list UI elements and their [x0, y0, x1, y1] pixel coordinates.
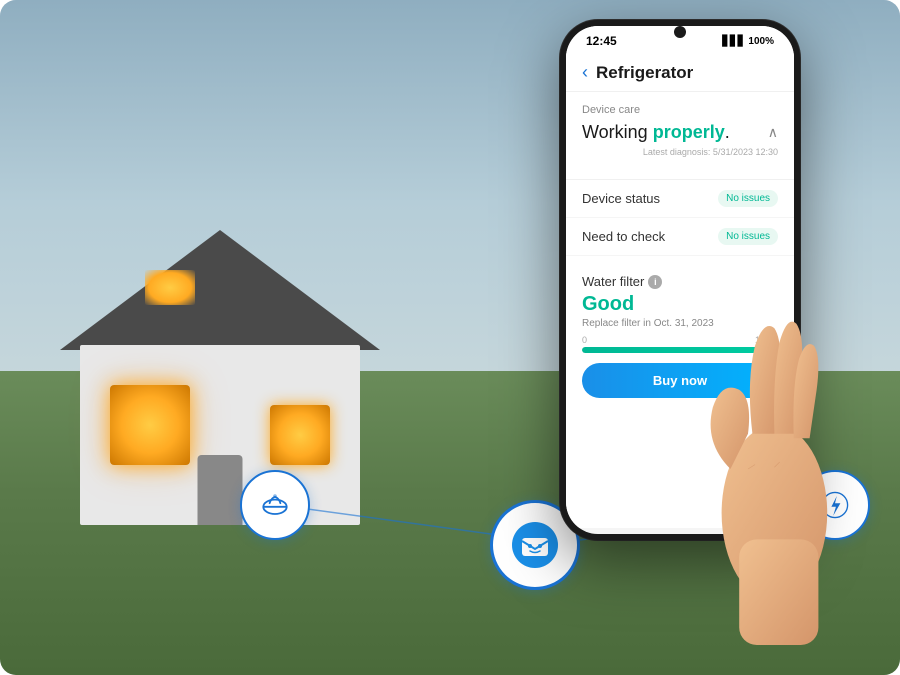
roof-window [145, 270, 195, 305]
house-window-left [110, 385, 190, 465]
page-title: Refrigerator [596, 63, 693, 83]
period: . [725, 122, 730, 142]
house-roof [60, 230, 380, 350]
background-scene: 12:45 ▋▋▋ 100% ‹ Refrigerator Dev [0, 0, 900, 675]
app-header: ‹ Refrigerator [566, 52, 794, 92]
house-door [198, 455, 243, 525]
house-window-right [270, 405, 330, 465]
signal-icon: ▋▋▋ [722, 36, 745, 47]
hand-svg [660, 200, 880, 650]
hand-illustration [630, 150, 880, 650]
status-time: 12:45 [586, 34, 617, 48]
camera-notch [674, 26, 686, 38]
battery-indicator: 100% [748, 36, 774, 47]
progress-min-label: 0 [582, 335, 587, 345]
status-icons: ▋▋▋ 100% [722, 36, 774, 47]
back-button[interactable]: ‹ [582, 62, 588, 83]
house [60, 245, 380, 525]
left-appliance-icon [240, 470, 310, 540]
phone-wrapper: 12:45 ▋▋▋ 100% ‹ Refrigerator Dev [530, 20, 870, 640]
working-status-text: Working properly. [582, 122, 730, 143]
house-body [80, 345, 360, 525]
collapse-chevron[interactable]: ∧ [768, 124, 778, 141]
section-label: Device care [582, 104, 778, 116]
properly-label: properly [653, 122, 725, 142]
working-label: Working [582, 122, 653, 142]
status-heading: Working properly. ∧ [582, 122, 778, 143]
